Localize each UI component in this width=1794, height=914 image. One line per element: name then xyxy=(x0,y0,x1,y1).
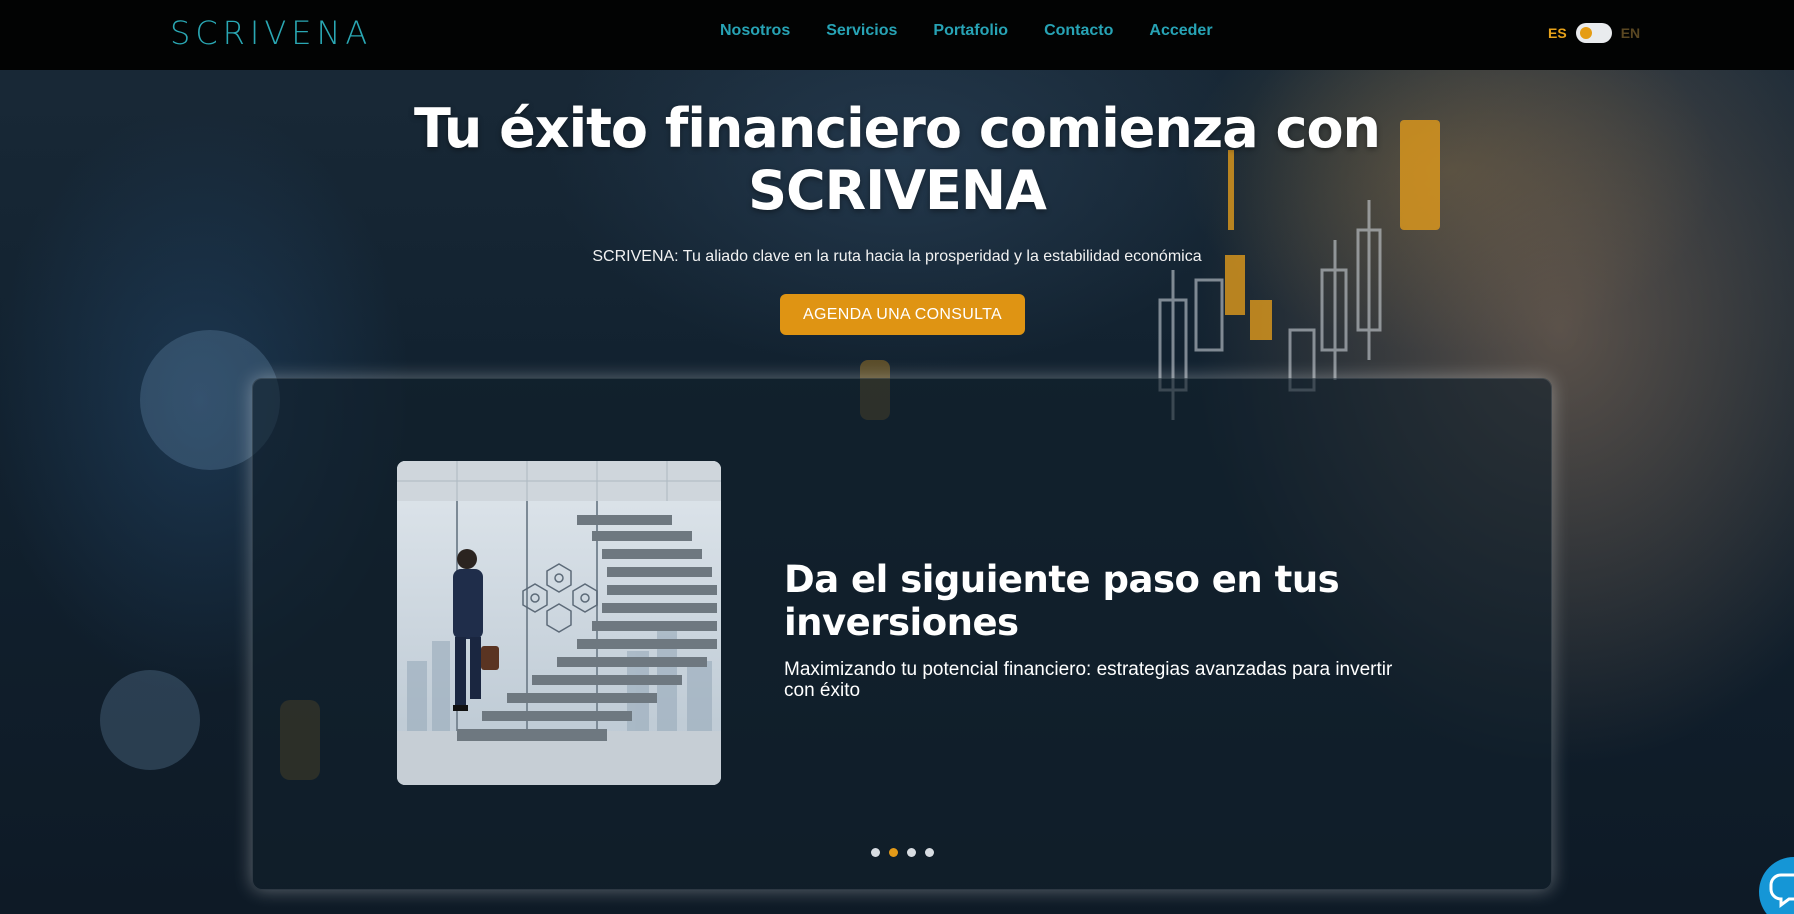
businessman-stairs-illustration xyxy=(397,461,721,785)
carousel-dot-1[interactable] xyxy=(871,848,880,857)
carousel-dot-2[interactable] xyxy=(889,848,898,857)
chat-icon xyxy=(1769,873,1794,908)
logo[interactable]: SCRIVENA xyxy=(170,14,372,52)
nav-link-servicios[interactable]: Servicios xyxy=(826,22,897,40)
toggle-knob xyxy=(1579,27,1592,39)
carousel-dot-3[interactable] xyxy=(907,848,916,857)
schedule-consultation-button[interactable]: AGENDA UNA CONSULTA xyxy=(780,294,1025,335)
nav-link-portafolio[interactable]: Portafolio xyxy=(933,22,1008,40)
site-header: SCRIVENA Nosotros Servicios Portafolio C… xyxy=(0,0,1794,70)
slide-image xyxy=(397,461,721,785)
main-nav: Nosotros Servicios Portafolio Contacto A… xyxy=(720,22,1213,40)
carousel-dot-4[interactable] xyxy=(925,848,934,857)
nav-link-acceder[interactable]: Acceder xyxy=(1149,22,1212,40)
slide-description: Maximizando tu potencial financiero: est… xyxy=(784,659,1393,701)
lang-es-label[interactable]: ES xyxy=(1548,25,1567,41)
language-switcher: ES EN xyxy=(1548,23,1640,43)
carousel-pagination xyxy=(871,848,934,857)
slide-title: Da el siguiente paso en tus inversiones xyxy=(784,558,1340,644)
nav-link-contacto[interactable]: Contacto xyxy=(1044,22,1113,40)
chat-button[interactable] xyxy=(1759,857,1794,914)
hero-title: Tu éxito financiero comienza con SCRIVEN… xyxy=(414,97,1381,222)
nav-link-nosotros[interactable]: Nosotros xyxy=(720,22,790,40)
lang-en-label[interactable]: EN xyxy=(1621,25,1640,41)
language-toggle[interactable] xyxy=(1575,23,1612,43)
hero-subtitle: SCRIVENA: Tu aliado clave en la ruta hac… xyxy=(592,248,1202,265)
